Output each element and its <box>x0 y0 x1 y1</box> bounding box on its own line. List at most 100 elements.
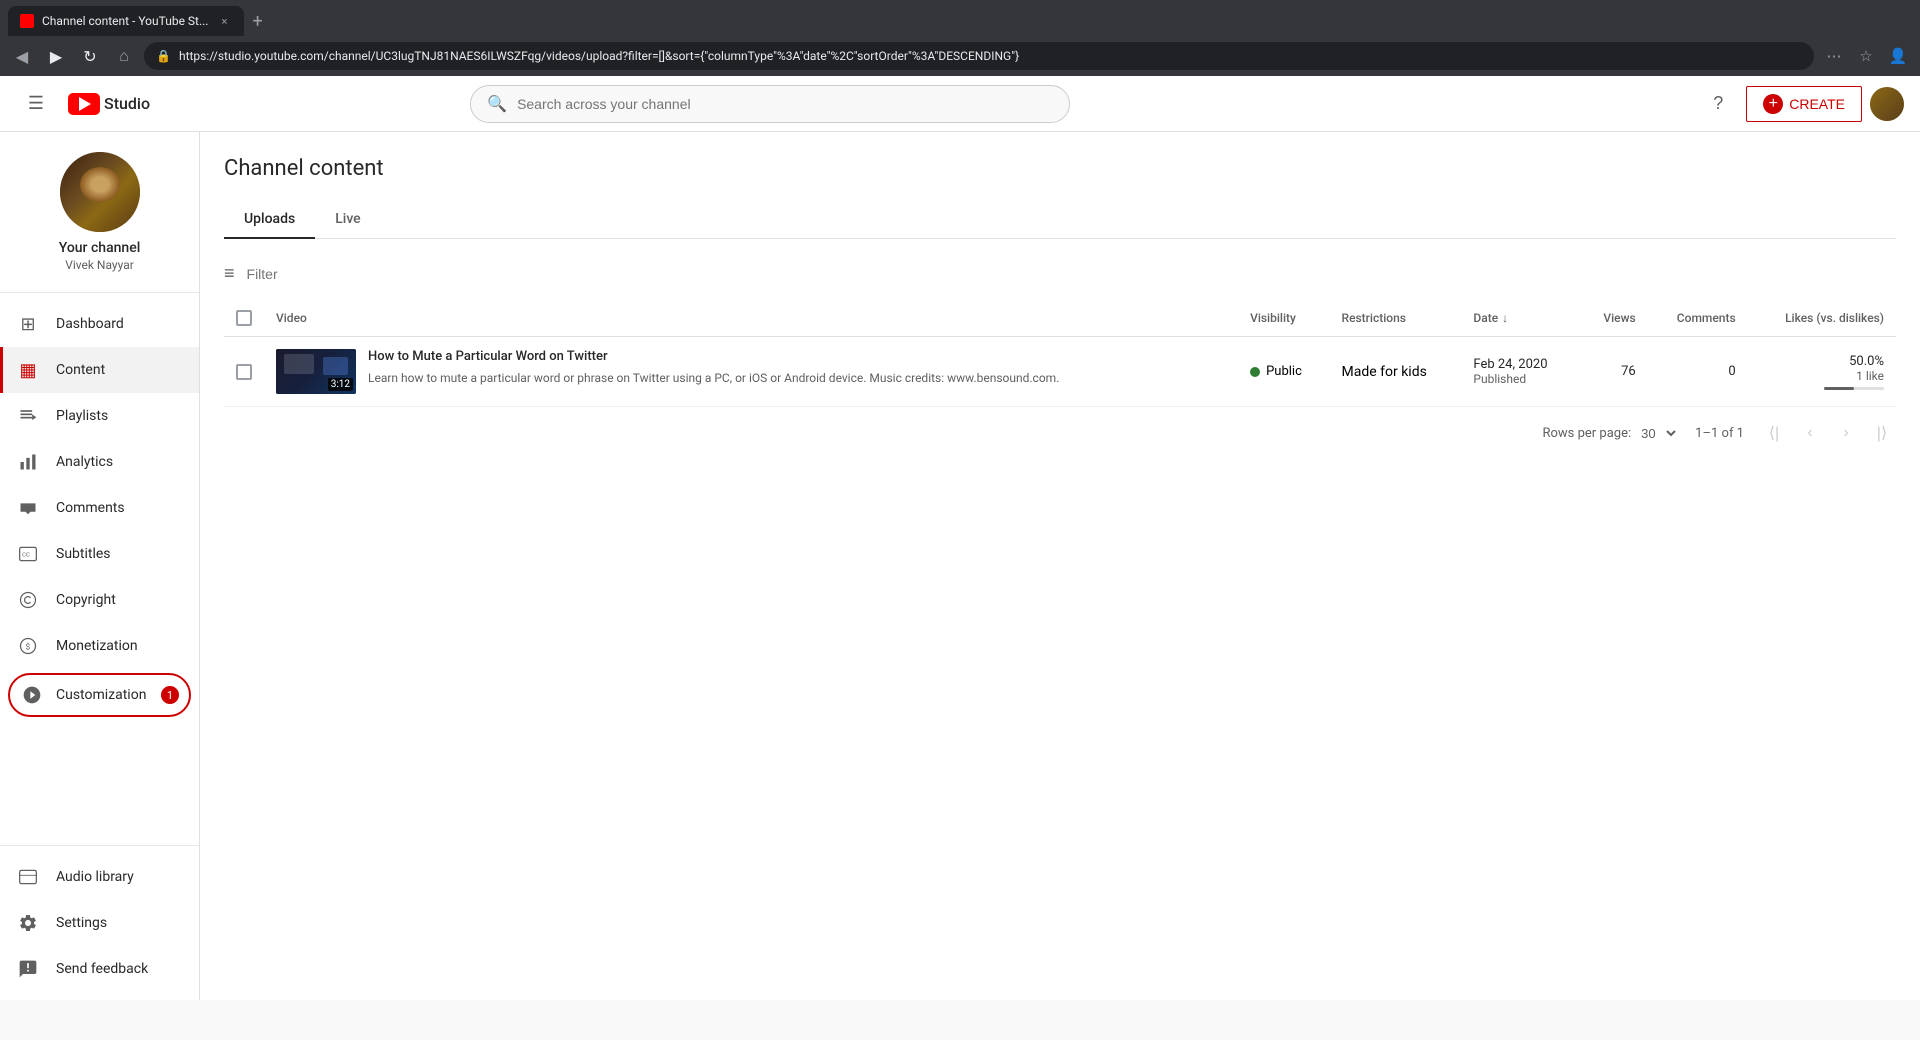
sidebar-item-audio-library[interactable]: Audio library <box>0 854 199 900</box>
settings-icon <box>16 911 40 935</box>
sidebar-item-label: Send feedback <box>56 961 148 977</box>
restrictions-label: Made for kids <box>1342 364 1427 380</box>
sidebar-item-label: Analytics <box>56 454 113 470</box>
channel-profile: Your channel Vivek Nayyar <box>0 132 199 293</box>
content-icon: ▦ <box>16 358 40 382</box>
sidebar-item-playlists[interactable]: Playlists <box>0 393 199 439</box>
rows-per-page-label: Rows per page: <box>1542 426 1631 441</box>
analytics-icon <box>16 450 40 474</box>
sidebar-item-label: Customization <box>56 687 146 703</box>
channel-username: Vivek Nayyar <box>65 258 134 272</box>
next-page-button[interactable]: › <box>1832 419 1860 447</box>
reload-button[interactable]: ↻ <box>76 42 104 70</box>
app-container: Your channel Vivek Nayyar ⊞ Dashboard ▦ … <box>0 76 1920 1000</box>
sidebar-item-comments[interactable]: Comments <box>0 485 199 531</box>
header-right: ? CREATE <box>1698 84 1904 124</box>
comments-count: 0 <box>1728 364 1735 379</box>
sidebar-item-label: Dashboard <box>56 316 124 332</box>
visibility-dot <box>1250 367 1260 377</box>
create-button[interactable]: CREATE <box>1746 86 1862 122</box>
avatar <box>60 152 140 232</box>
customization-icon <box>20 683 44 707</box>
sidebar-item-subtitles[interactable]: CC Subtitles <box>0 531 199 577</box>
video-duration: 3:12 <box>328 378 353 391</box>
home-button[interactable]: ⌂ <box>110 42 138 70</box>
content-area: Channel content Uploads Live ≡ <box>200 132 1920 1000</box>
col-date[interactable]: Date ↓ <box>1461 300 1579 337</box>
row-comments-cell: 0 <box>1648 337 1748 407</box>
sidebar-item-copyright[interactable]: Copyright <box>0 577 199 623</box>
row-video-cell: 3:12 How to Mute a Particular Word on Tw… <box>264 337 1238 407</box>
address-bar[interactable]: 🔒 https://studio.youtube.com/channel/UC3… <box>144 42 1814 70</box>
tab-favicon <box>20 14 34 28</box>
row-checkbox[interactable] <box>236 364 252 380</box>
table-container: Video Visibility Restrictions Date ↓ Vie… <box>224 300 1896 407</box>
video-thumbnail[interactable]: 3:12 <box>276 349 356 394</box>
sidebar-item-send-feedback[interactable]: Send feedback <box>0 946 199 992</box>
sidebar-item-label: Audio library <box>56 869 134 885</box>
send-feedback-icon <box>16 957 40 981</box>
browser-tab[interactable]: Channel content - YouTube St... × <box>8 6 244 36</box>
new-tab-button[interactable]: + <box>244 11 270 32</box>
sidebar-item-analytics[interactable]: Analytics <box>0 439 199 485</box>
tab-uploads[interactable]: Uploads <box>224 201 315 239</box>
select-all-checkbox[interactable] <box>236 310 252 326</box>
first-page-button[interactable]: ⟨| <box>1760 419 1788 447</box>
tab-live[interactable]: Live <box>315 201 380 239</box>
sidebar-item-content[interactable]: ▦ Content <box>0 347 199 393</box>
date-col-label: Date <box>1473 311 1498 325</box>
visibility-container: Public <box>1250 364 1317 379</box>
account-button[interactable]: 👤 <box>1884 42 1912 70</box>
avatar-image <box>60 152 140 232</box>
bookmark-button[interactable]: ☆ <box>1852 42 1880 70</box>
search-input[interactable] <box>517 96 1053 112</box>
videos-table: Video Visibility Restrictions Date ↓ Vie… <box>224 300 1896 407</box>
last-page-button[interactable]: |⟩ <box>1868 419 1896 447</box>
sidebar-item-label: Subtitles <box>56 546 111 562</box>
create-label: CREATE <box>1789 96 1845 112</box>
likes-percent: 50.0% <box>1760 354 1884 369</box>
help-button[interactable]: ? <box>1698 84 1738 124</box>
sidebar-item-monetization[interactable]: $ Monetization <box>0 623 199 669</box>
rows-per-page-select[interactable]: 30 50 100 <box>1637 425 1679 442</box>
col-checkbox <box>224 300 264 337</box>
forward-button[interactable]: ▶ <box>42 42 70 70</box>
row-likes-cell: 50.0% 1 like <box>1748 337 1896 407</box>
security-icon: 🔒 <box>156 49 171 63</box>
sidebar-item-customization[interactable]: Customization 1 <box>8 673 191 717</box>
filter-icon[interactable]: ≡ <box>224 263 235 284</box>
likes-fill <box>1824 387 1854 390</box>
rows-per-page: Rows per page: 30 50 100 <box>1542 425 1679 442</box>
user-avatar[interactable] <box>1870 87 1904 121</box>
sidebar-item-settings[interactable]: Settings <box>0 900 199 946</box>
sidebar-item-dashboard[interactable]: ⊞ Dashboard <box>0 301 199 347</box>
filter-input[interactable] <box>247 266 428 282</box>
table-row: 3:12 How to Mute a Particular Word on Tw… <box>224 337 1896 407</box>
tab-close-button[interactable]: × <box>216 13 232 29</box>
search-box[interactable]: 🔍 <box>470 85 1070 123</box>
sidebar-item-label: Content <box>56 362 105 378</box>
url-text: https://studio.youtube.com/channel/UC3lu… <box>179 49 1802 63</box>
video-title[interactable]: How to Mute a Particular Word on Twitter <box>368 349 1226 366</box>
row-views-cell: 76 <box>1580 337 1648 407</box>
sidebar-item-label: Playlists <box>56 408 108 424</box>
main-content: ☰ Studio 🔍 ? CREATE <box>200 76 1920 1000</box>
monetization-icon: $ <box>16 634 40 658</box>
col-visibility: Visibility <box>1238 300 1329 337</box>
visibility-label: Public <box>1266 364 1302 379</box>
channel-name: Your channel <box>59 240 141 256</box>
likes-count: 1 like <box>1760 369 1884 383</box>
sidebar-nav: ⊞ Dashboard ▦ Content Playlists Analyti <box>0 293 199 845</box>
back-button[interactable]: ◀ <box>8 42 36 70</box>
sidebar-item-customization-wrapper: Customization 1 <box>0 669 199 721</box>
page-info: 1–1 of 1 <box>1695 426 1744 441</box>
col-video: Video <box>264 300 1238 337</box>
row-restrictions-cell: Made for kids <box>1330 337 1462 407</box>
prev-page-button[interactable]: ‹ <box>1796 419 1824 447</box>
col-likes: Likes (vs. dislikes) <box>1748 300 1896 337</box>
date-value: Feb 24, 2020 <box>1473 357 1567 372</box>
dashboard-icon: ⊞ <box>16 312 40 336</box>
likes-bar <box>1824 387 1884 390</box>
extensions-button[interactable]: ⋯ <box>1820 42 1848 70</box>
header-search: 🔍 <box>470 85 1070 123</box>
